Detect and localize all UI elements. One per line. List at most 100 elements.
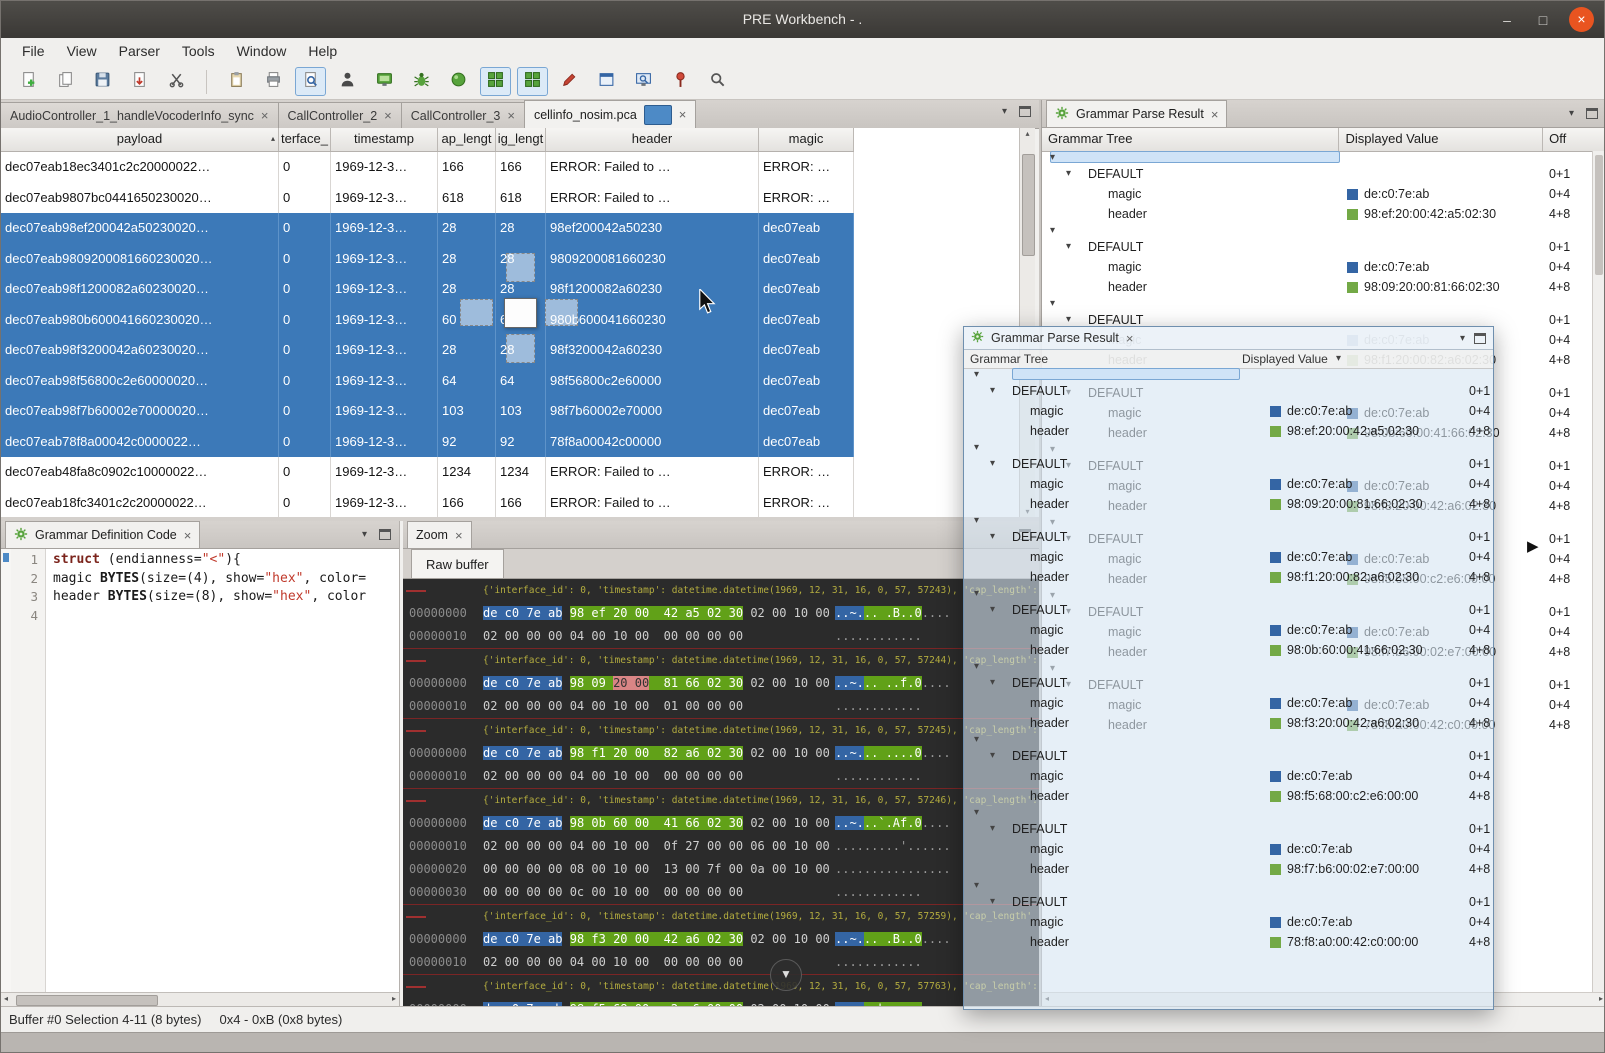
table-row[interactable]: dec07eab98f1200082a60230020…01969-12-3…2… xyxy=(1,274,854,305)
column-header-timestamp[interactable]: timestamp xyxy=(331,128,438,151)
hex-row[interactable]: 0000001002 00 00 00 04 00 10 00 0f 27 00… xyxy=(403,835,1039,858)
grid-view-button[interactable] xyxy=(480,67,511,96)
tree-row[interactable]: header98:09:20:00:81:66:02:304+8 xyxy=(964,494,1493,514)
hex-row[interactable]: 00000000de c0 7e ab 98 ef 20 00 42 a5 02… xyxy=(403,602,1039,625)
table-row[interactable]: dec07eab98f56800c2e60000020…01969-12-3…6… xyxy=(1,366,854,397)
minimize-button[interactable]: – xyxy=(1497,12,1517,28)
search-button[interactable] xyxy=(702,67,733,96)
chevron-down-icon[interactable]: ▾ xyxy=(974,660,979,673)
scroll-left-icon[interactable]: ◂ xyxy=(4,993,8,1005)
chevron-down-icon[interactable]: ▾ xyxy=(990,746,995,766)
chevron-down-icon[interactable]: ▾ xyxy=(990,819,995,839)
chevron-down-icon[interactable]: ▾ xyxy=(974,733,979,746)
code-line[interactable]: header BYTES(size=(8), show="hex", color xyxy=(53,588,399,607)
table-row[interactable]: dec07eab18ec3401c2c20000022…01969-12-3…1… xyxy=(1,152,854,183)
tree-row[interactable]: magicde:c0:7e:ab0+4 xyxy=(964,401,1493,421)
column-header-terface[interactable]: terface_ xyxy=(279,128,331,151)
code-line[interactable] xyxy=(53,607,399,626)
table-row[interactable]: dec07eab98f3200042a60230020…01969-12-3…2… xyxy=(1,335,854,366)
tree-row[interactable]: magicde:c0:7e:ab0+4 xyxy=(964,474,1493,494)
tree-row[interactable]: header98:f1:20:00:82:a6:02:304+8 xyxy=(964,567,1493,587)
column-header-payload[interactable]: payload▴ xyxy=(1,128,279,151)
code-line[interactable]: magic BYTES(size=(4), show="hex", color= xyxy=(53,570,399,589)
close-icon[interactable]: × xyxy=(261,108,269,123)
tree-row[interactable]: magicde:c0:7e:ab0+4 xyxy=(1042,184,1593,204)
tree-row[interactable]: magicde:c0:7e:ab0+4 xyxy=(964,912,1493,932)
hex-row[interactable]: 00000000de c0 7e ab 98 09 20 00 81 66 02… xyxy=(403,672,1039,695)
chevron-down-icon[interactable]: ▾ xyxy=(1050,297,1055,310)
menu-parser[interactable]: Parser xyxy=(108,38,171,64)
hex-row[interactable]: 0000003000 00 00 00 0c 00 10 00 00 00 00… xyxy=(403,881,1039,904)
chevron-down-icon[interactable]: ▾ xyxy=(974,587,979,600)
tree-column-header[interactable]: Off xyxy=(1543,128,1605,151)
tree-row[interactable]: ▾ xyxy=(1042,151,1593,164)
tree-row[interactable]: magicde:c0:7e:ab0+4 xyxy=(1042,257,1593,277)
hex-row[interactable]: 0000001002 00 00 00 04 00 10 00 00 00 00… xyxy=(403,951,1039,974)
code-scroll-thumb[interactable] xyxy=(16,995,158,1006)
tree-row[interactable]: ▾DEFAULT0+1 xyxy=(964,600,1493,620)
column-header-magic[interactable]: magic xyxy=(759,128,854,151)
tree-row[interactable]: ▾DEFAULT0+1 xyxy=(964,819,1493,839)
tab-list-dropdown-icon[interactable]: ▾ xyxy=(1002,106,1007,117)
scroll-right-icon[interactable]: ▸ xyxy=(392,993,396,1005)
hex-row[interactable]: 0000001002 00 00 00 04 00 10 00 01 00 00… xyxy=(403,695,1039,718)
tab-callcontroller_3[interactable]: CallController_3× xyxy=(401,102,525,128)
hex-view-button[interactable] xyxy=(517,67,548,96)
chevron-down-icon[interactable]: ▾ xyxy=(990,454,995,474)
menu-tools[interactable]: Tools xyxy=(171,38,226,64)
paste-button[interactable] xyxy=(221,67,252,96)
tree-column-header[interactable]: Grammar Tree xyxy=(1042,128,1339,151)
raw-buffer-tab[interactable]: Raw buffer xyxy=(411,549,504,578)
save-button[interactable] xyxy=(87,67,118,96)
tree-row[interactable]: ▾ xyxy=(964,806,1493,819)
table-row[interactable]: dec07eab78f8a00042c0000022…01969-12-3…92… xyxy=(1,427,854,458)
tree-row[interactable]: ▾ xyxy=(964,441,1493,454)
run-button[interactable] xyxy=(443,67,474,96)
code-line[interactable]: struct (endianness="<"){ xyxy=(53,551,399,570)
column-header-aplengt[interactable]: ap_lengt xyxy=(438,128,496,151)
close-icon[interactable]: × xyxy=(1126,331,1134,346)
table-row[interactable]: dec07eab98ef200042a50230020…01969-12-3…2… xyxy=(1,213,854,244)
table-row[interactable]: dec07eab98f7b60002e70000020…01969-12-3…1… xyxy=(1,396,854,427)
hex-row[interactable]: 0000001002 00 00 00 04 00 10 00 00 00 00… xyxy=(403,765,1039,788)
tree-row[interactable]: header98:f3:20:00:42:a6:02:304+8 xyxy=(964,713,1493,733)
hex-dump-view[interactable]: {'interface_id': 0, 'timestamp': datetim… xyxy=(403,579,1039,1006)
menu-file[interactable]: File xyxy=(11,38,56,64)
tree-row[interactable]: magicde:c0:7e:ab0+4 xyxy=(964,839,1493,859)
scroll-up-icon[interactable]: ▴ xyxy=(1020,129,1035,138)
debug-grammar-button[interactable] xyxy=(406,67,437,96)
chevron-down-icon[interactable]: ▾ xyxy=(990,527,995,547)
tree-column-header[interactable]: Displayed Value xyxy=(1242,350,1328,368)
tree-row[interactable]: ▾ xyxy=(964,879,1493,892)
tree-row[interactable]: ▾ xyxy=(1042,297,1593,310)
panel-menu-icon[interactable]: ▾ xyxy=(1460,333,1465,344)
tree-row[interactable]: ▾ xyxy=(964,514,1493,527)
tree-vertical-scrollbar[interactable] xyxy=(1592,151,1605,993)
code-editor[interactable]: 1234 struct (endianness="<"){magic BYTES… xyxy=(1,549,399,993)
tree-row[interactable]: header98:ef:20:00:42:a5:02:304+8 xyxy=(1042,204,1593,224)
tree-row[interactable]: ▾ xyxy=(964,587,1493,600)
tree-column-header[interactable]: Grammar Tree xyxy=(970,350,1048,368)
hex-row[interactable]: 00000000de c0 7e ab 98 f3 20 00 42 a6 02… xyxy=(403,928,1039,951)
tree-column-header[interactable]: Displayed Value xyxy=(1339,128,1543,151)
float-panel-icon[interactable] xyxy=(1586,108,1598,119)
hex-row[interactable]: 00000000de c0 7e ab 98 f1 20 00 82 a6 02… xyxy=(403,742,1039,765)
close-icon[interactable]: × xyxy=(507,108,515,123)
grammar-parse-result-tab[interactable]: Grammar Parse Result × xyxy=(1046,100,1227,127)
floating-window-title-bar[interactable]: Grammar Parse Result × ▾ xyxy=(964,327,1493,350)
find-in-file-button[interactable] xyxy=(295,67,326,96)
tree-row[interactable]: header98:ef:20:00:42:a5:02:304+8 xyxy=(964,421,1493,441)
chevron-down-icon[interactable]: ▾ xyxy=(990,673,995,693)
table-row[interactable]: dec07eab18fc3401c2c20000022…01969-12-3…1… xyxy=(1,488,854,518)
tree-row[interactable]: header98:f5:68:00:c2:e6:00:004+8 xyxy=(964,786,1493,806)
maximize-button[interactable]: □ xyxy=(1533,12,1553,28)
import-button[interactable] xyxy=(124,67,155,96)
scroll-more-button[interactable]: ▼ xyxy=(770,959,802,991)
tab-audiocontroller_1_handlevocoderinfo_sync[interactable]: AudioController_1_handleVocoderInfo_sync… xyxy=(0,102,279,128)
chevron-down-icon[interactable]: ▾ xyxy=(990,381,995,401)
hex-row[interactable]: 00000000de c0 7e ab 98 f5 68 00 c2 e6 00… xyxy=(403,998,1039,1006)
open-file-button[interactable] xyxy=(50,67,81,96)
zoom-tab[interactable]: Zoom × xyxy=(407,521,472,548)
tree-row[interactable]: magicde:c0:7e:ab0+4 xyxy=(964,766,1493,786)
tree-row[interactable]: header98:f7:b6:00:02:e7:00:004+8 xyxy=(964,859,1493,879)
